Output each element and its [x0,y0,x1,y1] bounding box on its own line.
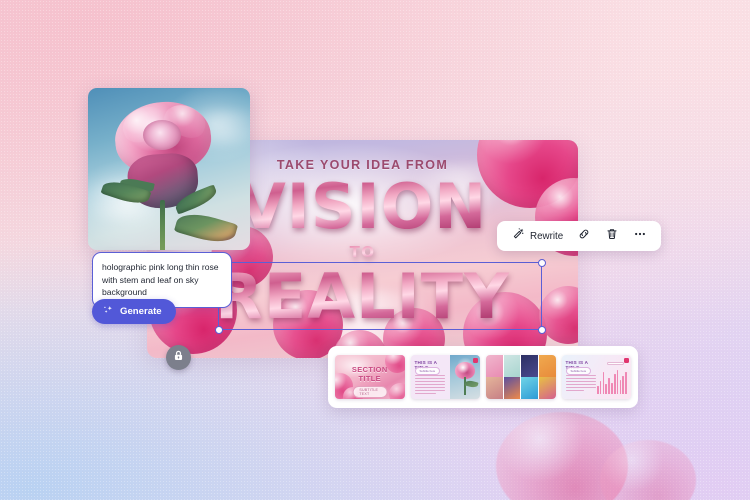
slide-filmstrip[interactable]: SECTION TITLE SUBTITLE TEXT THIS IS A TI… [328,346,638,408]
trash-icon [605,227,619,246]
slide-thumb-rose[interactable]: THIS IS A TITLE Subtitle here [410,355,480,399]
slide-thumb-text-pane: THIS IS A TITLE Subtitle here [411,355,451,399]
more-horizontal-icon [633,227,647,246]
bar-chart-bar [599,381,602,394]
magic-wand-icon [511,227,525,246]
selection-handle-bottom-left[interactable] [214,325,223,334]
slide-thumb-subtitle-pill: Subtitle here [414,367,441,375]
bar-chart-bar [613,374,616,394]
bar-chart-bar [625,372,627,394]
rose-core [143,120,181,150]
grid-photo-cell [503,377,521,399]
bar-chart-bar [611,382,613,394]
rewrite-button-label: Rewrite [530,230,564,242]
bar-chart [597,369,627,394]
grid-photo-cell [486,377,503,399]
bar-chart-bar [622,376,625,394]
slide-thumb-subtitle-pill: Subtitle here [565,367,592,375]
bar-chart-bar [605,384,608,394]
slide-thumb-title-line2: TITLE [358,374,382,383]
slide-thumb-body-lines [565,375,596,393]
rose-leaf [464,379,479,389]
bar-chart-bar [602,371,605,394]
grid-photo-cell [503,355,521,377]
slide-thumb-badge [472,357,478,363]
context-toolbar[interactable]: Rewrite [497,221,662,251]
grid-photo-cell [486,355,503,377]
link-button[interactable] [571,225,597,247]
balloon-shape [389,383,405,399]
rose-stem [160,200,165,250]
slide-thumb-badge [623,357,629,363]
reference-image-card[interactable] [88,88,250,250]
slide-thumb-title-line1: SECTION [351,365,388,374]
bar-chart-bar [616,370,619,394]
bar-chart-bar [597,385,599,394]
grid-photo-cell [521,355,538,377]
rewrite-button[interactable]: Rewrite [505,225,569,247]
selection-handle-top-right[interactable] [537,258,546,267]
slide-thumb-photo-grid[interactable] [486,355,556,399]
selection-frame[interactable] [214,258,546,334]
grid-photo-cell [538,355,556,377]
slide-thumb-body-lines [414,375,445,396]
selection-handle-bottom-right[interactable] [537,325,546,334]
slide-thumb-text-pane: THIS IS A TITLE Subtitle here [562,355,600,399]
more-options-button[interactable] [627,225,653,247]
generate-button-label: Generate [120,306,162,317]
generate-button[interactable]: Generate [92,299,176,324]
slide-thumb-chart[interactable]: THIS IS A TITLE Subtitle here [561,355,631,399]
grid-photo-cell [521,377,538,399]
slide-thumb-subtitle-pill: SUBTITLE TEXT [352,386,388,399]
bar-chart-bar [619,379,622,394]
grid-photo-cell [538,377,556,399]
slide-thumb-title: SECTION TITLE [335,365,405,383]
sparkle-icon [103,303,114,321]
lock-badge[interactable] [166,345,191,370]
chart-legend-pill [607,362,624,366]
bar-chart-bar [608,377,610,394]
lock-icon [172,349,185,367]
prompt-text[interactable]: holographic pink long thin rose with ste… [102,261,222,299]
delete-button[interactable] [599,225,625,247]
rose-stem [464,377,466,395]
link-icon [577,227,591,246]
slide-thumb-section-title[interactable]: SECTION TITLE SUBTITLE TEXT [335,355,405,399]
